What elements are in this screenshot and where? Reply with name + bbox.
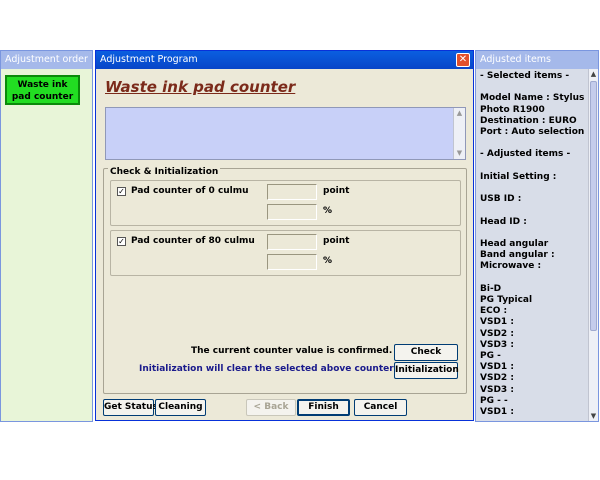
adjusted-items-panel: Adjusted items - Selected items - Model … — [475, 50, 599, 422]
initialization-button[interactable]: Initialization — [394, 362, 459, 379]
counter1-point-field — [267, 184, 317, 200]
adjusted-item-line: ECO : — [480, 306, 508, 317]
check-button[interactable]: Check — [394, 344, 458, 361]
finish-button[interactable]: Finish — [297, 399, 350, 416]
counter-group-0: ✓ Pad counter of 0 culmu point % — [110, 180, 461, 226]
arrow-up-icon[interactable]: ▲ — [589, 69, 598, 79]
counter2-checkbox[interactable]: ✓ — [117, 237, 126, 246]
adjusted-items-title: Adjusted items — [476, 51, 598, 69]
adjusted-item-line: Port : Auto selection — [480, 127, 585, 138]
message-area[interactable]: ▲ ▼ — [105, 107, 466, 160]
arrow-up-icon[interactable]: ▲ — [455, 109, 464, 118]
counter2-percent-field — [267, 254, 317, 270]
counter1-percent-field — [267, 204, 317, 220]
adjusted-item-line — [480, 273, 588, 284]
adjusted-item-line: Bi-D — [480, 283, 502, 294]
adjustment-order-panel: Adjustment order Waste ink pad counter — [0, 50, 93, 422]
get-status-button[interactable]: Get Status — [103, 399, 158, 416]
adjustment-order-title: Adjustment order — [1, 51, 92, 69]
adjusted-item-line: PG - - — [480, 395, 508, 406]
adjusted-item-line: Band angular : — [480, 250, 555, 261]
adjusted-item-line: VSD2 : — [480, 373, 514, 384]
counter1-label: Pad counter of 0 culmu — [131, 186, 249, 196]
adjustment-program-window: Adjustment Program ✕ Waste ink pad count… — [95, 50, 474, 421]
adjusted-item-line: VSD1 : — [480, 407, 514, 418]
group-title: Check & Initialization — [108, 167, 221, 177]
adjusted-item-line: Head angular — [480, 239, 549, 250]
adjusted-item-line — [480, 82, 588, 93]
adjusted-item-line: Initial Setting : — [480, 171, 557, 182]
adjusted-item-line: PG Typical — [480, 295, 533, 306]
adjusted-item-line: Head ID : — [480, 216, 527, 227]
adjusted-item-line: PG - — [480, 351, 501, 362]
adjusted-item-line — [480, 205, 588, 216]
checkmark-icon: ✓ — [118, 237, 125, 246]
message-scrollbar[interactable]: ▲ ▼ — [453, 108, 465, 159]
adjusted-item-line: Model Name : Stylus — [480, 93, 585, 104]
adjusted-item-line: USB ID : — [480, 194, 522, 205]
counter2-label: Pad counter of 80 culmu — [131, 236, 255, 246]
back-button[interactable]: < Back — [246, 399, 296, 416]
adjusted-item-line: Photo R1900 — [480, 104, 545, 115]
adjusted-items-scrollbar[interactable]: ▲ ▼ — [588, 69, 598, 421]
adjusted-item-line: VSD2 : — [480, 328, 514, 339]
counter1-checkbox[interactable]: ✓ — [117, 187, 126, 196]
page-heading: Waste ink pad counter — [105, 78, 296, 96]
window-title: Adjustment Program — [96, 51, 473, 69]
init-text: Initialization will clear the selected a… — [139, 364, 421, 374]
close-icon[interactable]: ✕ — [456, 53, 470, 67]
adjusted-item-line: VSD1 : — [480, 362, 514, 373]
adjusted-item-line — [480, 161, 588, 172]
counter1-point-unit: point — [323, 186, 350, 196]
adjusted-item-line: - Adjusted items - — [480, 149, 571, 160]
adjusted-item-line: Microwave : — [480, 261, 542, 272]
cancel-button[interactable]: Cancel — [354, 399, 407, 416]
confirm-text: The current counter value is confirmed. … — [191, 346, 411, 356]
adjusted-item-line: Destination : EURO — [480, 115, 577, 126]
adjusted-item-line: - Selected items - — [480, 71, 570, 81]
arrow-down-icon[interactable]: ▼ — [589, 411, 598, 421]
counter2-point-field — [267, 234, 317, 250]
counter1-percent-unit: % — [323, 206, 333, 216]
counter2-percent-unit: % — [323, 256, 333, 266]
adjustment-item-waste-ink[interactable]: Waste ink pad counter — [5, 75, 80, 105]
arrow-down-icon[interactable]: ▼ — [455, 149, 464, 158]
scroll-thumb[interactable] — [590, 81, 597, 331]
adjusted-item-line: VSD1 : — [480, 317, 514, 328]
adjusted-item-line: VSD3 : — [480, 384, 514, 395]
checkmark-icon: ✓ — [118, 187, 125, 196]
adjusted-item-line — [480, 228, 588, 239]
adjusted-item-line — [480, 183, 588, 194]
counter-group-80: ✓ Pad counter of 80 culmu point % — [110, 230, 461, 276]
adjusted-item-line: VSD3 : — [480, 339, 514, 350]
adjusted-item-line — [480, 138, 588, 149]
cleaning-button[interactable]: Cleaning — [155, 399, 206, 416]
adjustment-order-list — [1, 69, 92, 421]
adjusted-items-list: - Selected items - Model Name : Stylus Ph… — [480, 71, 588, 418]
counter2-point-unit: point — [323, 236, 350, 246]
